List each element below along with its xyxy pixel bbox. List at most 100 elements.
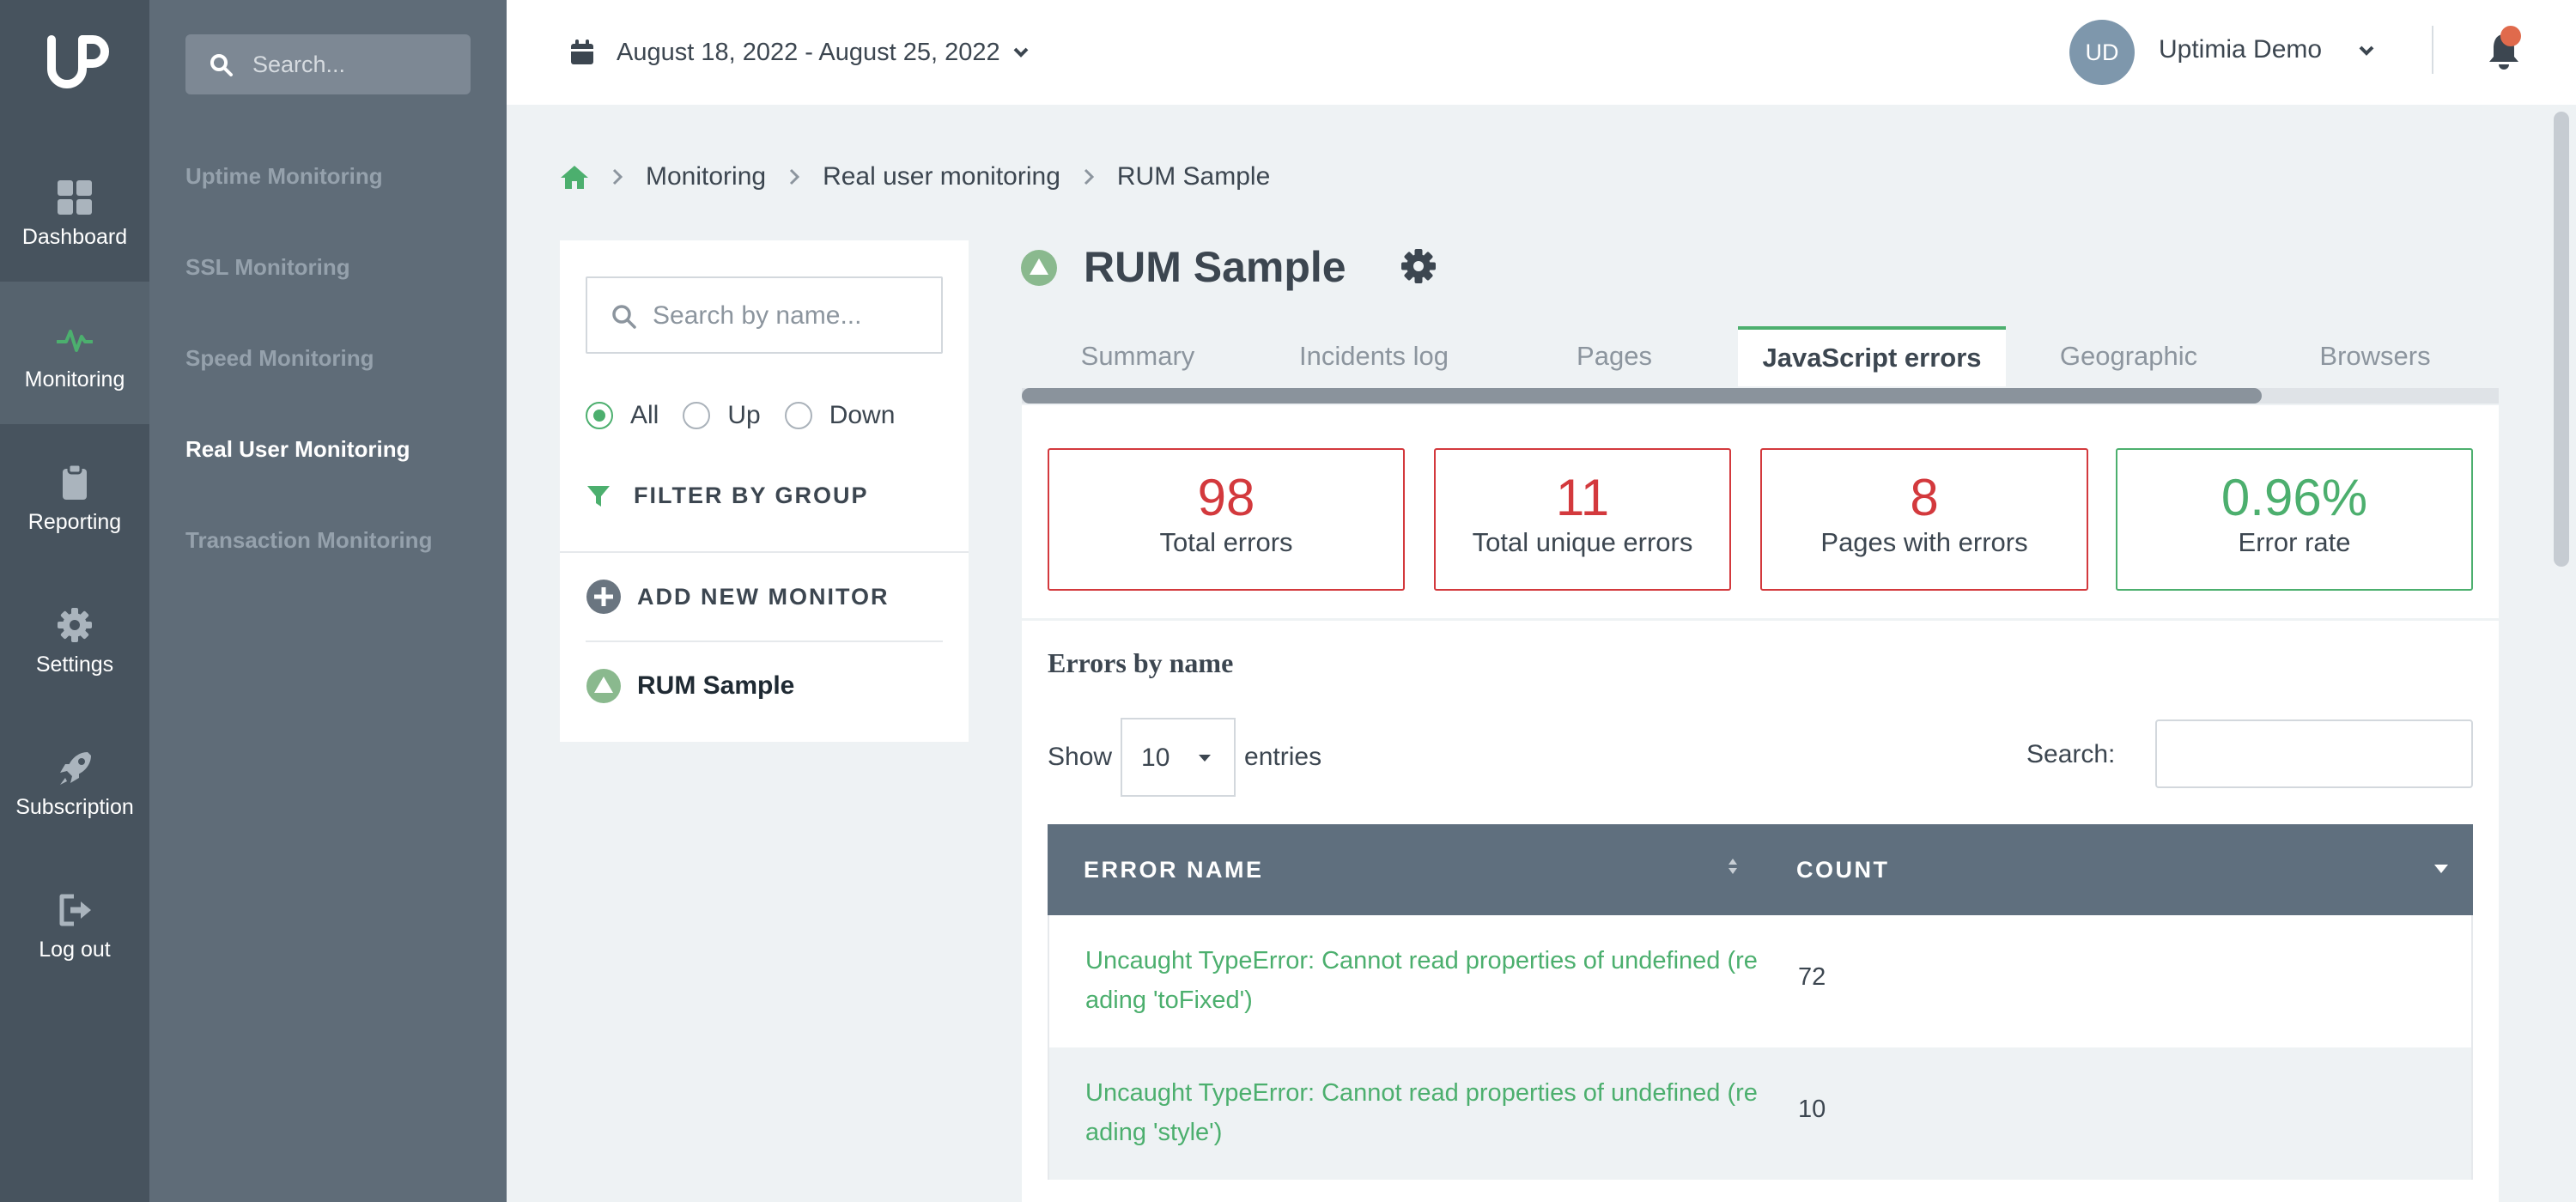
table-header: ERROR NAME COUNT: [1048, 824, 2473, 915]
dashboard-icon: [58, 180, 92, 215]
filter-up-radio[interactable]: Up: [683, 401, 761, 430]
rail-item-subscription[interactable]: Subscription: [0, 709, 149, 852]
stat-pages-with-errors: 8 Pages with errors: [1760, 448, 2088, 591]
chevron-down-icon: [1013, 47, 1029, 58]
tab-summary[interactable]: Summary: [1022, 326, 1254, 386]
rail-label-subscription: Subscription: [15, 795, 134, 819]
avatar[interactable]: UD: [2069, 20, 2135, 85]
home-icon[interactable]: [560, 164, 589, 190]
chevron-right-icon: [611, 167, 623, 186]
rail-label-settings: Settings: [35, 653, 114, 677]
rail-item-monitoring[interactable]: Monitoring: [0, 282, 149, 424]
sort-desc-icon[interactable]: [2433, 864, 2449, 874]
subnav-item-speed[interactable]: Speed Monitoring: [185, 345, 374, 372]
clipboard-icon: [63, 463, 87, 500]
errors-table: ERROR NAME COUNT Uncaught TypeError: Can…: [1048, 824, 2473, 1180]
tab-geographic[interactable]: Geographic: [2006, 326, 2251, 386]
filter-by-group-label: FILTER BY GROUP: [634, 483, 869, 508]
radio-dot[interactable]: [784, 402, 812, 429]
monitors-panel: All Up Down FILTER BY GROUP ADD NEW MONI…: [560, 240, 969, 742]
chevron-right-icon: [1083, 167, 1095, 186]
sidebar-search[interactable]: [185, 34, 471, 94]
stat-total-unique-errors: 11 Total unique errors: [1434, 448, 1731, 591]
uptimia-logo[interactable]: [39, 34, 110, 96]
error-count: 10: [1798, 1096, 1826, 1123]
subnav-item-uptime[interactable]: Uptime Monitoring: [185, 163, 383, 190]
tab-browsers[interactable]: Browsers: [2251, 326, 2499, 386]
filter-down-radio[interactable]: Down: [784, 401, 896, 430]
monitor-search[interactable]: [586, 276, 943, 354]
plus-circle-icon: [586, 580, 621, 614]
breadcrumb-current: RUM Sample: [1116, 162, 1271, 191]
tab-incidents-log[interactable]: Incidents log: [1254, 326, 1494, 386]
breadcrumb-monitoring[interactable]: Monitoring: [646, 162, 766, 191]
chevron-down-icon[interactable]: [2358, 45, 2375, 57]
show-label: Show: [1048, 743, 1113, 771]
error-name-link[interactable]: Uncaught TypeError: Cannot read properti…: [1085, 941, 1764, 1020]
stat-value: 98: [1197, 469, 1255, 526]
sidebar-search-input[interactable]: [252, 46, 459, 82]
notification-badge: [2500, 26, 2521, 46]
radio-dot[interactable]: [683, 402, 711, 429]
subnav-item-ssl[interactable]: SSL Monitoring: [185, 254, 350, 281]
rail-item-dashboard[interactable]: Dashboard: [0, 139, 149, 282]
status-up-icon: [586, 669, 621, 703]
stat-value: 8: [1910, 469, 1939, 526]
error-name-link[interactable]: Uncaught TypeError: Cannot read properti…: [1085, 1073, 1764, 1152]
rail-label-logout: Log out: [39, 938, 111, 962]
rocket-icon: [60, 752, 91, 785]
tab-pages[interactable]: Pages: [1494, 326, 1735, 386]
stat-total-errors: 98 Total errors: [1048, 448, 1405, 591]
add-new-monitor-button[interactable]: ADD NEW MONITOR: [586, 579, 890, 615]
sort-icon[interactable]: [1728, 857, 1738, 876]
icon-rail: Dashboard Monitoring Reporting Settings: [0, 0, 149, 1202]
secondary-sidebar: Uptime Monitoring SSL Monitoring Speed M…: [149, 0, 507, 1202]
stat-value: 11: [1555, 469, 1610, 526]
stat-label: Error rate: [2238, 527, 2351, 557]
subnav-item-rum[interactable]: Real User Monitoring: [185, 436, 410, 463]
monitor-list-item[interactable]: RUM Sample: [586, 668, 794, 704]
monitor-search-input[interactable]: [653, 297, 927, 335]
breadcrumb-rum[interactable]: Real user monitoring: [823, 162, 1060, 191]
entries-label: entries: [1244, 743, 1322, 771]
filter-up-label: Up: [727, 401, 761, 429]
error-count: 72: [1798, 963, 1826, 991]
gear-icon[interactable]: [1400, 247, 1437, 285]
column-error-name[interactable]: ERROR NAME: [1084, 857, 1264, 883]
subnav-item-transaction[interactable]: Transaction Monitoring: [185, 527, 432, 554]
search-icon: [210, 54, 233, 76]
rail-item-reporting[interactable]: Reporting: [0, 424, 149, 567]
rail-label-dashboard: Dashboard: [21, 225, 128, 249]
rail-item-logout[interactable]: Log out: [0, 852, 149, 994]
scrollbar-thumb[interactable]: [2554, 112, 2569, 567]
column-count[interactable]: COUNT: [1796, 857, 1890, 883]
caret-down-icon: [1199, 755, 1212, 762]
table-search-input[interactable]: [2155, 719, 2473, 788]
tabs-scrollbar-thumb[interactable]: [1022, 388, 2262, 404]
entries-select[interactable]: 10: [1121, 718, 1236, 797]
status-filter: All Up Down: [586, 398, 919, 433]
show-entries-control: Show 10 entries: [1048, 718, 1321, 797]
filter-by-group-button[interactable]: FILTER BY GROUP: [586, 483, 869, 509]
entries-value: 10: [1141, 744, 1170, 772]
stat-label: Pages with errors: [1820, 527, 2028, 557]
radio-dot[interactable]: [586, 402, 613, 429]
page-scrollbar[interactable]: [2549, 105, 2576, 1202]
tab-javascript-errors[interactable]: JavaScript errors: [1738, 326, 2006, 386]
rail-item-settings[interactable]: Settings: [0, 567, 149, 709]
stat-value: 0.96%: [2221, 469, 2368, 526]
stat-label: Total unique errors: [1472, 527, 1693, 557]
table-row: Uncaught TypeError: Cannot read properti…: [1048, 1047, 2473, 1180]
funnel-icon: [587, 485, 610, 507]
header-divider: [2432, 26, 2433, 74]
rail-label-monitoring: Monitoring: [24, 367, 125, 392]
logout-icon: [59, 894, 91, 926]
filter-all-radio[interactable]: All: [586, 401, 659, 430]
date-range-picker[interactable]: August 18, 2022 - August 25, 2022: [570, 34, 1030, 70]
add-new-monitor-label: ADD NEW MONITOR: [637, 583, 890, 610]
page-title: RUM Sample: [1084, 243, 1346, 291]
chevron-right-icon: [788, 167, 800, 186]
javascript-errors-panel: 98 Total errors 11 Total unique errors 8…: [1022, 405, 2499, 1202]
filter-down-label: Down: [829, 401, 896, 429]
user-menu[interactable]: Uptimia Demo: [2159, 35, 2322, 64]
